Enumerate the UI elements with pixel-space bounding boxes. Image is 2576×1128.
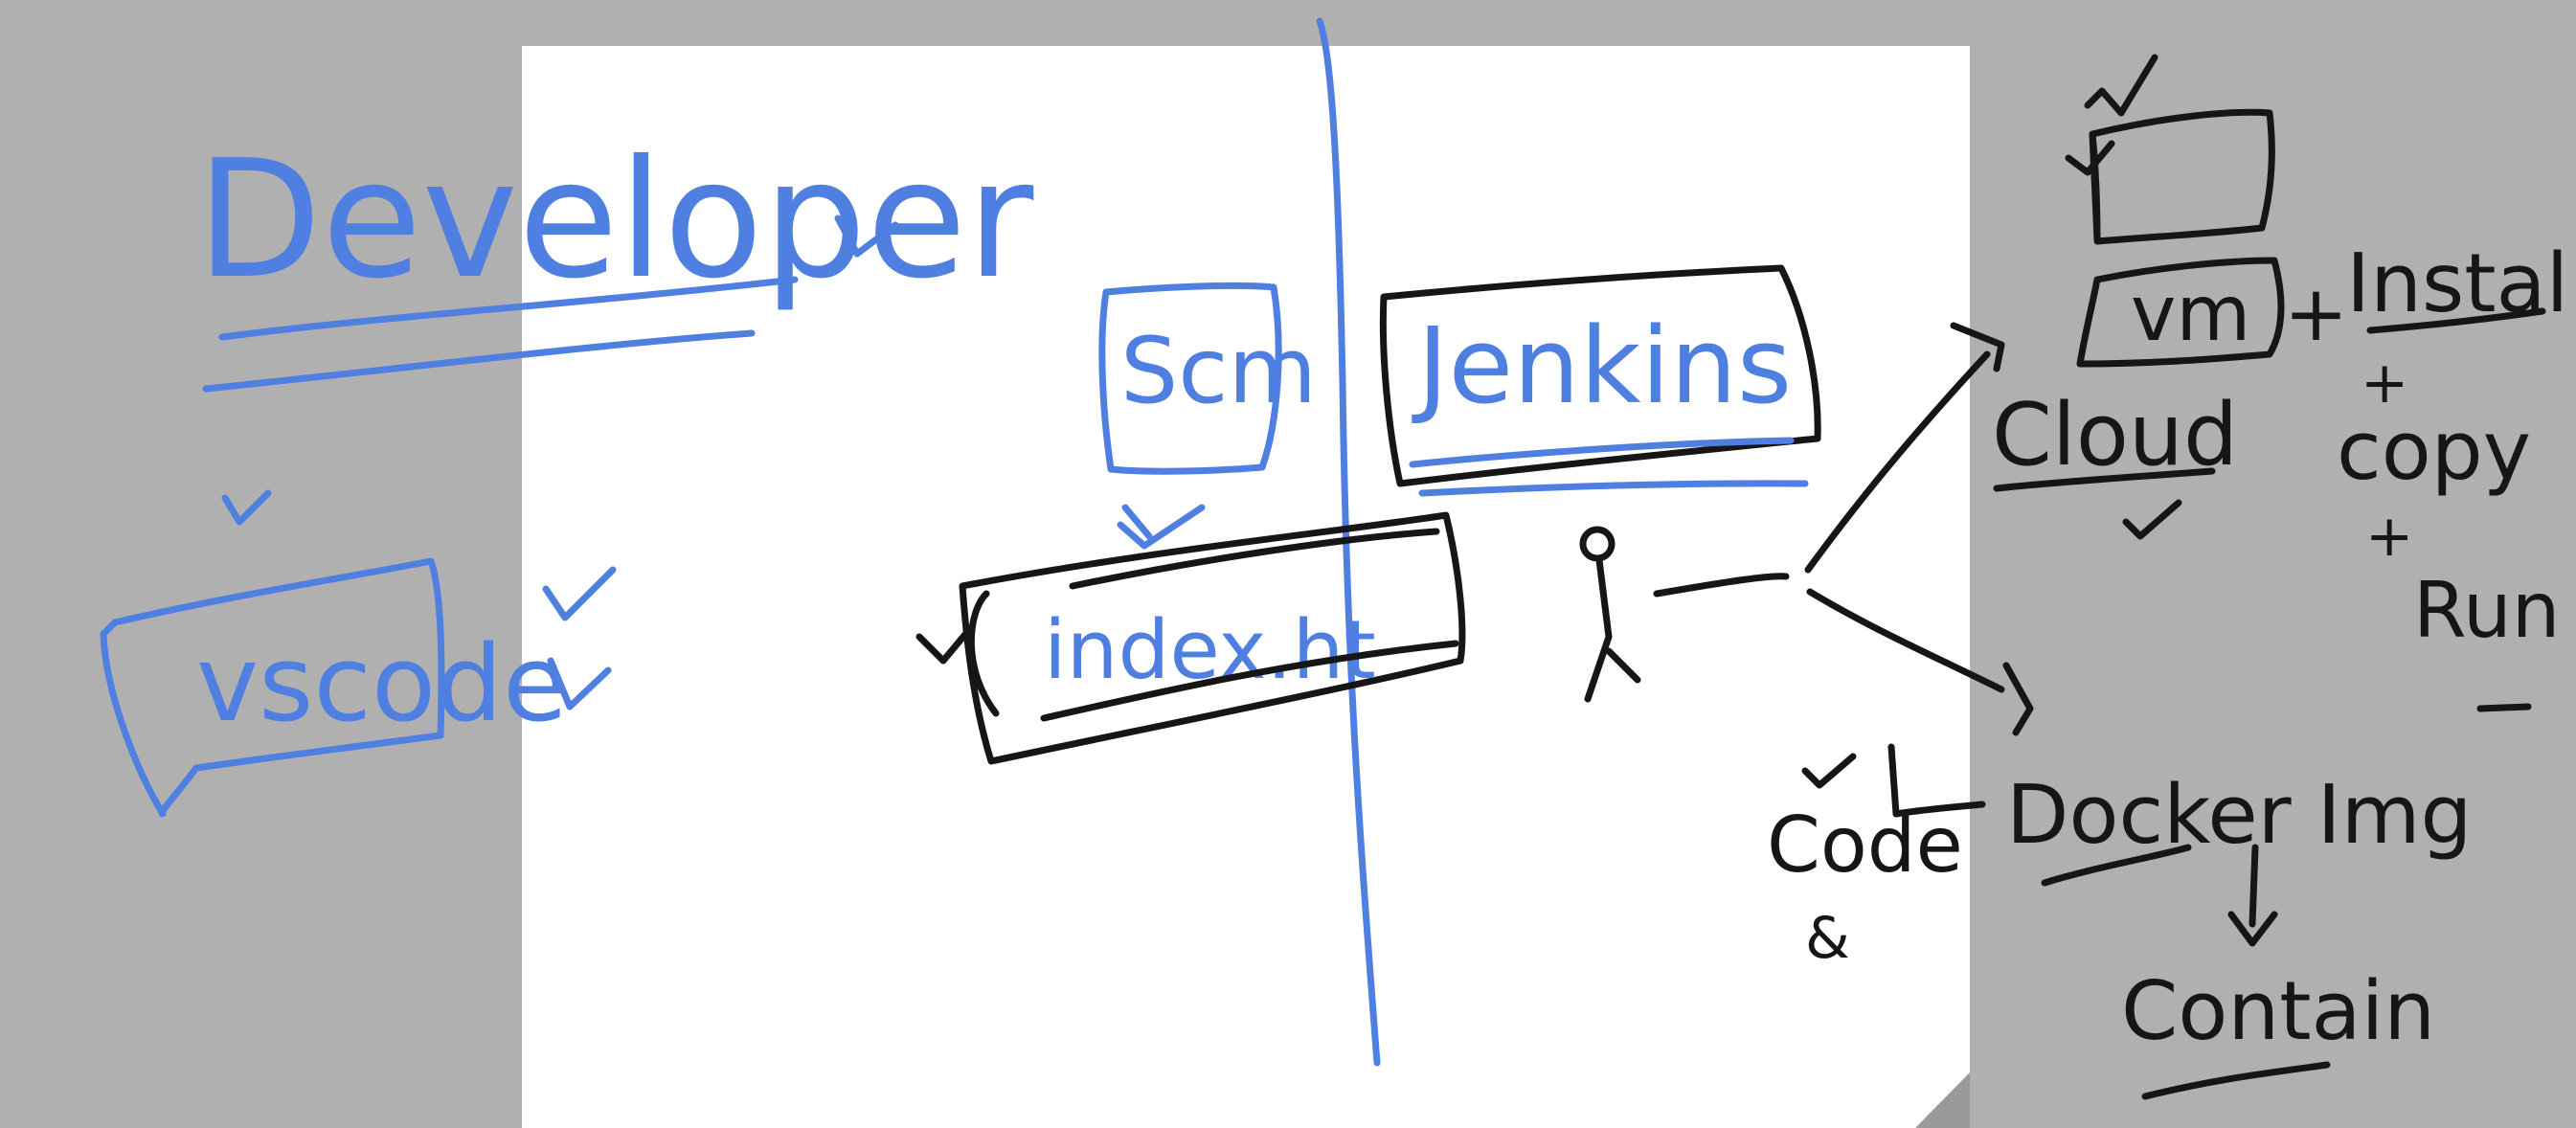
jenkins-label: Jenkins (1412, 305, 1792, 427)
docker-img-label: Docker Img (2006, 768, 2472, 863)
plus-sign-3: + (2365, 503, 2413, 570)
code-label: Code (1767, 801, 1963, 890)
top-box (2089, 108, 2275, 245)
and-label: & (1805, 905, 1850, 972)
plus-sign: + (2284, 269, 2348, 358)
developer-label: Developer (196, 125, 1033, 315)
whiteboard-canvas[interactable]: Developer vscode Scm index.ht Jenkins vm… (0, 0, 2576, 1128)
check-mark (221, 489, 272, 526)
vm-label: vm (2131, 269, 2250, 358)
scm-label: Scm (1120, 319, 1317, 424)
run-underline (2476, 703, 2532, 712)
vscode-label: vscode (196, 622, 568, 745)
run-label: Run (2413, 566, 2560, 655)
check-mark (2122, 499, 2182, 540)
whiteboard: Developer vscode Scm index.ht Jenkins vm… (0, 0, 2576, 1128)
install-label: Install (2346, 237, 2576, 331)
container-underline (2141, 1061, 2331, 1100)
check-mark (2084, 54, 2158, 117)
top-box-mark (2065, 130, 2115, 243)
copy-label: copy (2337, 404, 2531, 499)
container-label: Contain (2121, 964, 2435, 1059)
